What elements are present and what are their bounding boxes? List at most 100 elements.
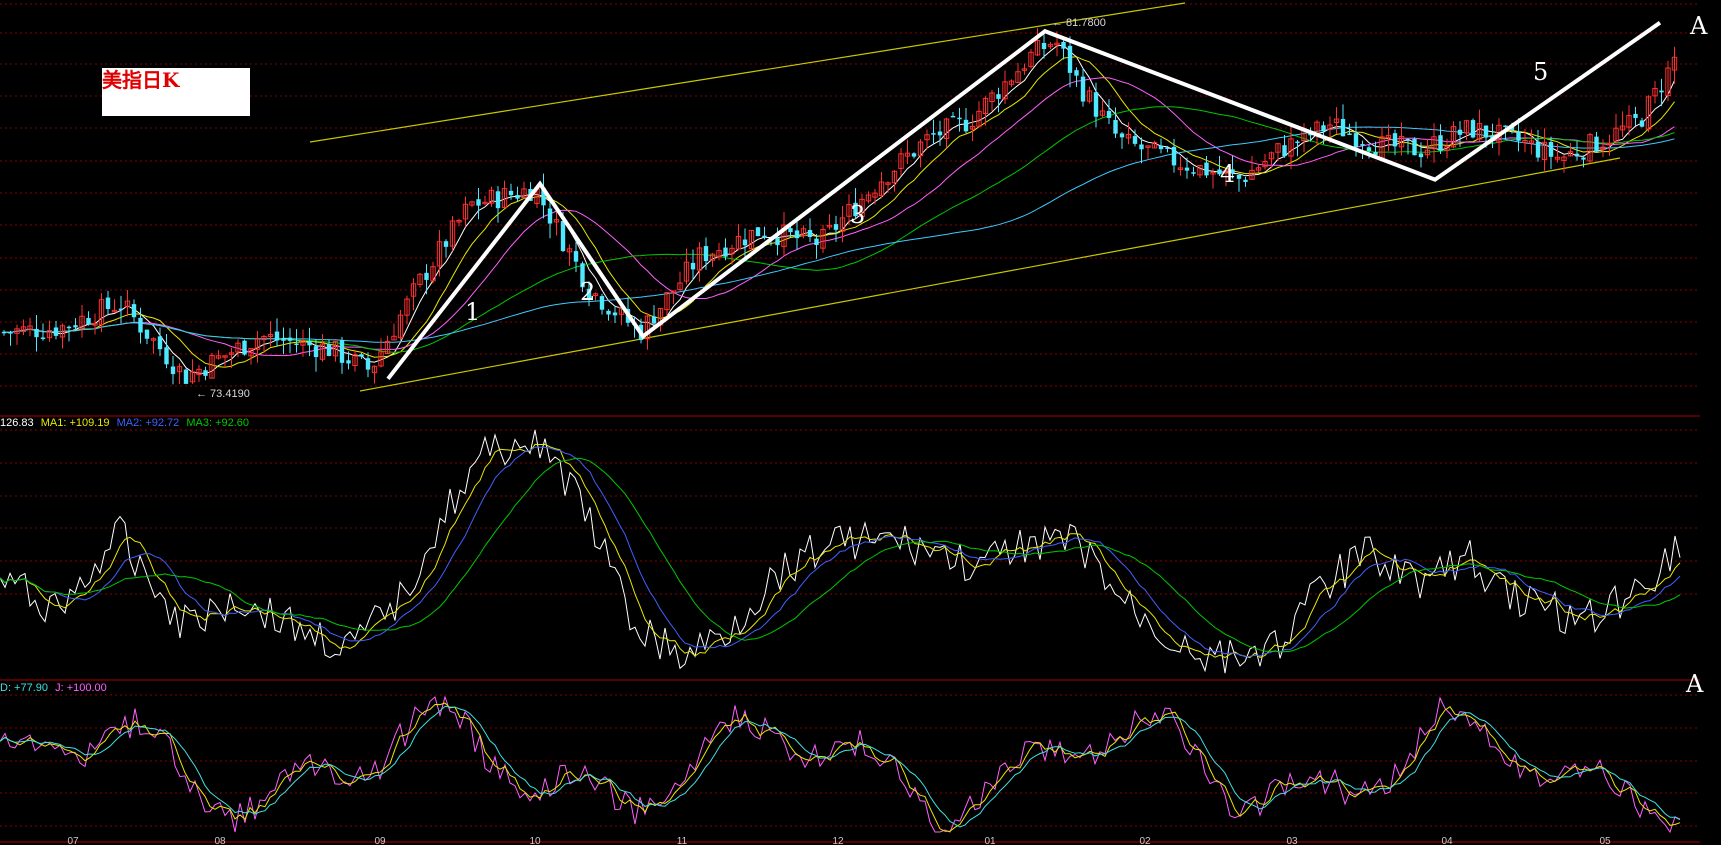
kdj-d-line [0, 705, 1681, 828]
candlesticks [1, 28, 1678, 385]
indicator-2-d: D: +77.90 [0, 682, 49, 694]
candle-body [651, 316, 657, 324]
x-tick-label: 05 [1599, 836, 1611, 845]
candle-body [950, 115, 956, 118]
candle-body [1165, 147, 1170, 149]
candle-body [242, 340, 247, 355]
candle-body [164, 347, 169, 365]
moving-averages [3, 44, 1675, 375]
x-tick-label: 10 [529, 836, 541, 845]
candle-body [1594, 136, 1599, 152]
candle-body [294, 343, 299, 346]
elliott-wave [386, 21, 1662, 381]
candle-body [203, 370, 208, 376]
candle-body [1119, 133, 1125, 138]
x-tick-label: 04 [1441, 836, 1453, 845]
candle-body [703, 246, 709, 262]
candle-body [1639, 120, 1645, 127]
indicator-1-ma3: MA3: +92.60 [186, 417, 250, 429]
candle-body [931, 133, 936, 135]
candle-body [996, 94, 1001, 99]
candle-body [1418, 153, 1424, 158]
candle-body [1548, 142, 1554, 157]
x-tick-label: 09 [374, 836, 386, 845]
candle-body [281, 339, 286, 341]
candle-body [1392, 133, 1398, 147]
candle-body [1061, 41, 1066, 49]
x-tick-label: 11 [677, 836, 688, 845]
candle-body [476, 199, 481, 206]
candle-body [606, 310, 611, 315]
candle-body [963, 119, 969, 132]
candle-body [1470, 120, 1476, 138]
candle-body [34, 328, 39, 338]
candle-body [1516, 131, 1521, 141]
indicator-2-header: D: +77.90 J: +100.00 [0, 682, 111, 694]
ma-70-line [3, 126, 1675, 343]
candle-body [515, 195, 520, 199]
price-high-label: ← 81.7800 [1052, 17, 1106, 29]
x-tick-label: 01 [984, 836, 996, 845]
candle-body [1080, 76, 1086, 102]
wave-label-1: 1 [465, 298, 480, 326]
candle-body [8, 332, 13, 334]
wave-label-4: 4 [1220, 160, 1235, 188]
candle-body [66, 326, 72, 329]
candle-body [560, 220, 566, 252]
candle-body [1067, 45, 1073, 73]
candle-body [1158, 145, 1164, 150]
kdj-k-line [0, 702, 1681, 832]
candle-body [1503, 125, 1508, 128]
candle-body [1243, 179, 1248, 182]
indicator-1-value: 126.83 [0, 417, 34, 429]
price-low-label: ← 73.4190 [196, 388, 250, 400]
indicator-2-j: J: +100.00 [55, 682, 107, 694]
candle-body [1, 331, 7, 334]
candle-body [144, 329, 150, 339]
candle-body [359, 354, 364, 357]
candle-body [1353, 133, 1359, 148]
candle-body [1412, 138, 1417, 156]
candle-body [1581, 157, 1586, 160]
candle-body [1191, 172, 1196, 174]
candle-body [40, 337, 46, 339]
candle-body [443, 241, 449, 247]
candle-body [53, 327, 59, 336]
candle-body [1041, 42, 1047, 50]
candle-body [118, 308, 124, 311]
candle-body [1438, 135, 1443, 151]
candle-body [762, 235, 767, 238]
ma-40-line [3, 106, 1675, 353]
candle-body [742, 239, 748, 246]
candle-body [788, 228, 793, 233]
candle-body [105, 297, 111, 310]
candle-body [1171, 146, 1177, 166]
corner-label-a: A [1689, 12, 1708, 40]
candle-body [1093, 92, 1099, 117]
candle-body [1340, 118, 1346, 137]
candle-body [495, 191, 501, 209]
wave-label-5: 5 [1533, 58, 1548, 86]
candle-body [1204, 162, 1209, 176]
candle-body [911, 153, 917, 157]
candle-body [573, 251, 579, 262]
candle-body [183, 369, 189, 384]
candle-body [1074, 70, 1079, 76]
candle-body [1405, 139, 1411, 141]
indicator-1-header: 126.83 MA1: +109.19 MA2: +92.72 MA3: +92… [0, 417, 253, 429]
candle-body [1366, 147, 1372, 151]
candle-body [339, 340, 345, 363]
candle-body [599, 296, 605, 310]
candle-body [1113, 119, 1118, 134]
indicator-2-lines [0, 695, 1681, 834]
ma-5-line [3, 44, 1675, 375]
corner-label-a: A [1685, 670, 1704, 698]
x-tick-label: 03 [1286, 836, 1298, 845]
candle-body [775, 238, 780, 246]
candle-body [612, 312, 618, 316]
candle-body [807, 230, 813, 237]
candle-body [1236, 175, 1242, 179]
wave-label-3: 3 [850, 201, 865, 229]
candle-body [1321, 125, 1326, 132]
candle-body [508, 190, 514, 196]
